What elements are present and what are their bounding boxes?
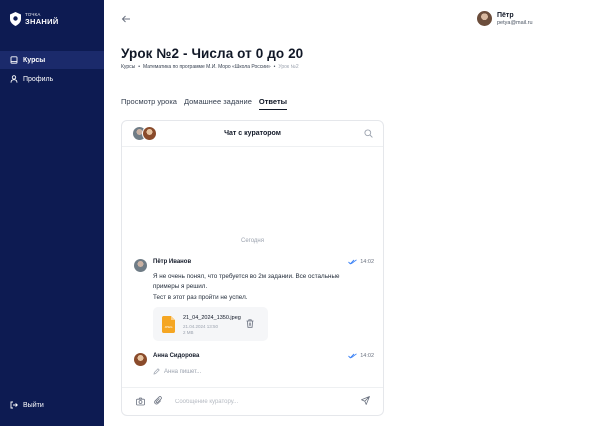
avatar — [134, 353, 147, 366]
breadcrumb-course[interactable]: Математика по программе М.И. Моро «Школа… — [143, 64, 271, 70]
logo[interactable]: ТОЧКА ЗНАНИЙ — [10, 12, 59, 26]
breadcrumb-separator: • — [138, 64, 140, 70]
message-line: Я не очень понял, что требуется во 2м за… — [153, 273, 340, 280]
sidebar-item-courses[interactable]: Курсы — [0, 51, 104, 69]
person-icon — [10, 75, 18, 83]
chat-participants — [132, 126, 160, 142]
file-name: 21_04_2024_1350.jpeg — [183, 315, 241, 321]
book-icon — [10, 56, 18, 64]
message-time-text: 14:02 — [360, 259, 374, 265]
breadcrumb-current: Урок №2 — [278, 64, 299, 70]
chat-title: Чат с куратором — [224, 130, 281, 137]
tabs: Просмотр урока Домашнее задание Ответы — [121, 97, 288, 110]
main-content: Пётр petya@mail.ru Урок №2 - Числа от 0 … — [104, 0, 598, 426]
trash-icon[interactable] — [246, 319, 254, 328]
logout-button[interactable]: Выйти — [0, 396, 104, 414]
logout-label: Выйти — [23, 401, 44, 409]
message-author: Анна Сидорова — [153, 353, 200, 359]
search-icon[interactable] — [364, 129, 373, 138]
back-arrow-icon[interactable] — [121, 14, 131, 24]
breadcrumb-separator: • — [273, 64, 276, 70]
message-text: Я не очень понял, что требуется во 2м за… — [153, 272, 363, 303]
message-time: 14:02 — [348, 353, 374, 359]
paperclip-icon[interactable] — [154, 396, 163, 406]
file-size: 2 MB — [183, 330, 194, 335]
message-time-text: 14:02 — [360, 353, 374, 359]
tab-homework[interactable]: Домашнее задание — [184, 97, 252, 110]
chat-panel: Чат с куратором Сегодня Пётр Иванов 14:0… — [121, 120, 384, 416]
chat-header: Чат с куратором — [122, 121, 383, 147]
message-composer — [122, 387, 383, 415]
user-menu[interactable]: Пётр petya@mail.ru — [477, 11, 533, 26]
logo-shield-icon — [10, 12, 21, 26]
sidebar: ТОЧКА ЗНАНИЙ Курсы Профиль Выйти — [0, 0, 104, 426]
double-check-icon — [348, 353, 358, 359]
day-separator: Сегодня — [241, 238, 264, 244]
typing-text: Анна пишет... — [164, 368, 202, 375]
message-line: Тест в этот раз пройти не успел. — [153, 293, 248, 301]
avatar — [134, 259, 147, 272]
breadcrumb: Курсы • Математика по программе М.И. Мор… — [121, 64, 299, 70]
avatar — [142, 126, 157, 141]
typing-indicator: Анна пишет... — [153, 368, 201, 375]
user-name: Пётр — [497, 11, 514, 19]
logo-line2: ЗНАНИЙ — [25, 16, 59, 26]
tab-lesson-view[interactable]: Просмотр урока — [121, 97, 177, 110]
camera-icon[interactable] — [136, 397, 145, 406]
sidebar-item-profile[interactable]: Профиль — [0, 70, 104, 88]
page-title: Урок №2 - Числа от 0 до 20 — [121, 46, 304, 61]
pencil-icon — [153, 368, 160, 375]
file-attachment[interactable]: JPEG 21_04_2024_1350.jpeg 21.04.2024 13:… — [153, 307, 268, 341]
logout-icon — [10, 401, 18, 409]
tab-answers[interactable]: Ответы — [258, 97, 288, 110]
user-email: petya@mail.ru — [497, 19, 533, 26]
message-input[interactable] — [175, 395, 335, 408]
send-icon[interactable] — [361, 396, 370, 405]
sidebar-item-label: Курсы — [23, 56, 46, 64]
logo-line1: ТОЧКА — [25, 12, 41, 17]
sidebar-item-label: Профиль — [23, 75, 54, 83]
message-author: Пётр Иванов — [153, 259, 192, 265]
double-check-icon — [348, 259, 358, 265]
image-file-icon: JPEG — [162, 316, 175, 333]
breadcrumb-courses[interactable]: Курсы — [121, 64, 135, 70]
file-ext: JPEG — [165, 325, 174, 329]
message-line: примеры я решил. — [153, 283, 208, 291]
file-date: 21.04.2024 13:50 — [183, 324, 219, 329]
message-time: 14:02 — [348, 259, 374, 265]
avatar — [477, 11, 492, 26]
